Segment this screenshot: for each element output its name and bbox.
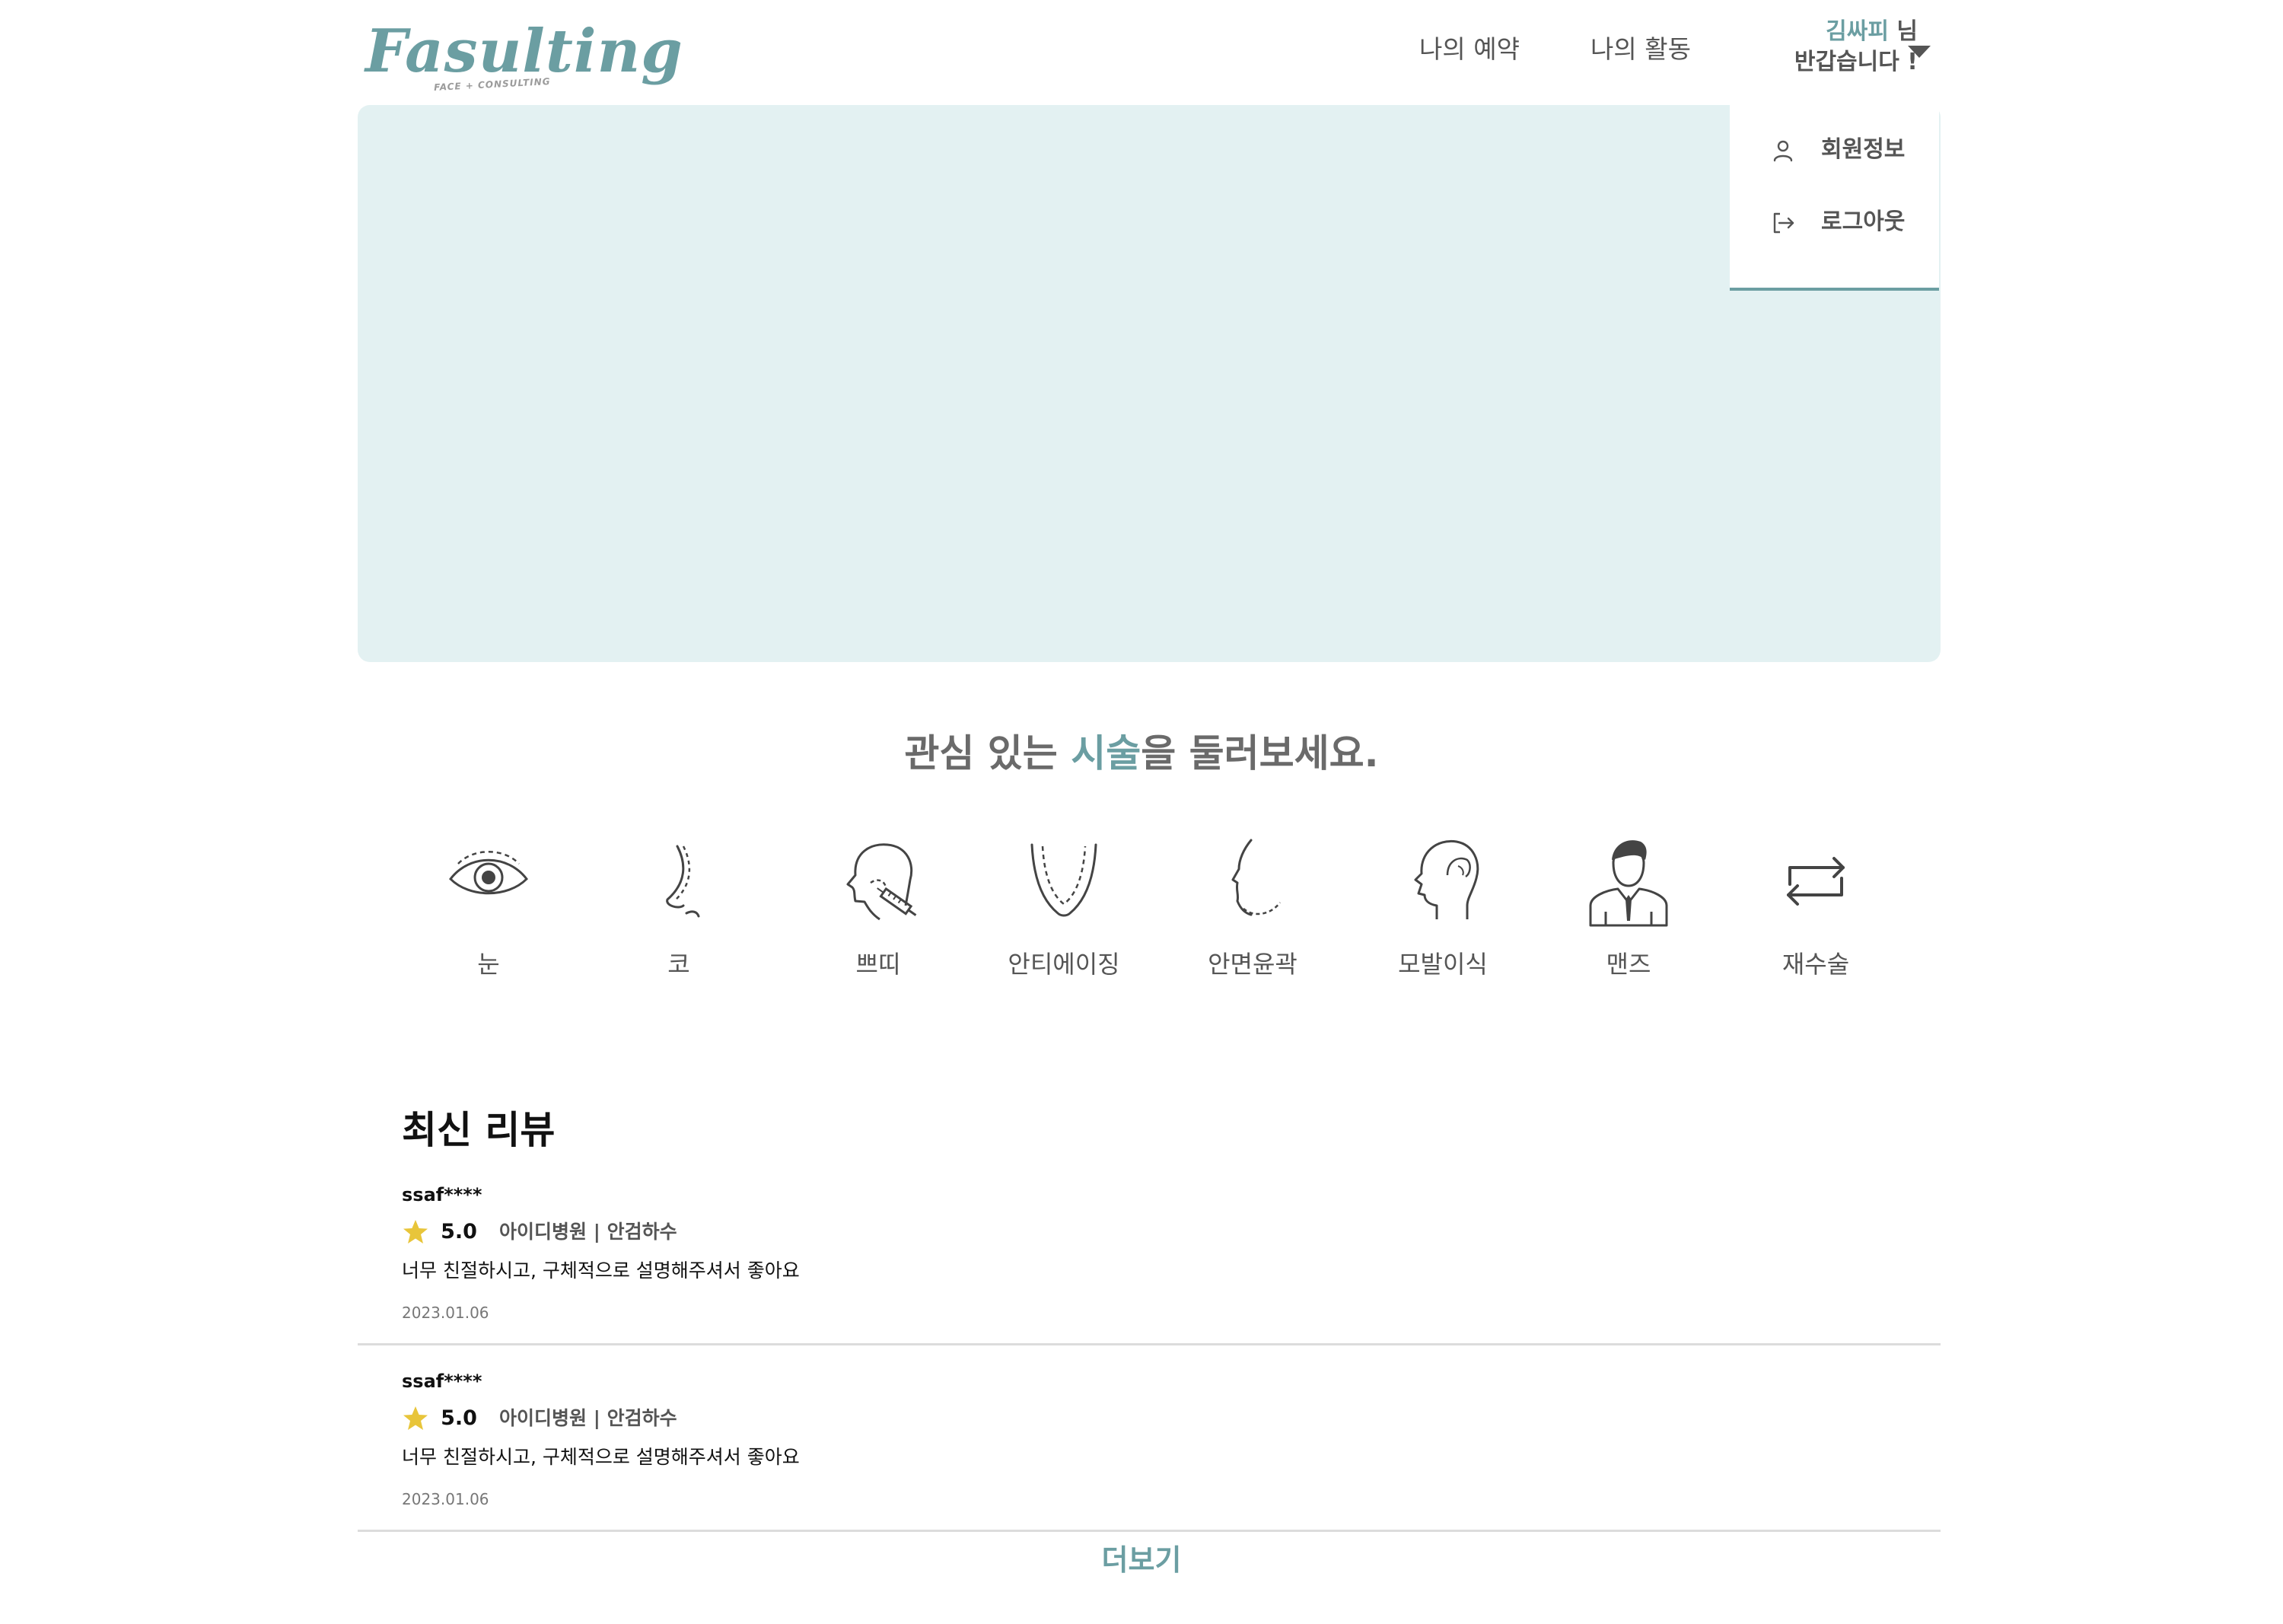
honorific: 님 bbox=[1888, 18, 1918, 45]
nose-icon bbox=[666, 845, 700, 918]
nav-my-reservation[interactable]: 나의 예약 bbox=[1419, 30, 1520, 68]
user-name: 김싸피 bbox=[1826, 18, 1889, 45]
review-content: 너무 친절하시고, 구체적으로 설명해주셔서 좋아요 bbox=[402, 1259, 800, 1282]
user-dropdown-menu: 회원정보 로그아웃 bbox=[1730, 105, 1939, 291]
page: Fasulting FACE + CONSULTING 나의 예약 나의 활동 … bbox=[0, 0, 2283, 1624]
category-face-contour[interactable]: 안면윤곽 bbox=[1177, 830, 1329, 989]
category-revision[interactable]: 재수술 bbox=[1740, 830, 1892, 989]
procedures-heading: 관심 있는 시술을 둘러보세요. bbox=[0, 727, 2283, 780]
hair-transplant-icon bbox=[1414, 839, 1479, 919]
review-date: 2023.01.06 bbox=[402, 1490, 489, 1508]
review-hospital: 아이디병원 | 안검하수 bbox=[499, 1407, 677, 1429]
more-button[interactable]: 더보기 bbox=[1065, 1539, 1218, 1581]
category-label: 눈 bbox=[477, 950, 500, 979]
dropdown-profile-label: 회원정보 bbox=[1821, 136, 1906, 163]
heading-part-1: 관심 있는 bbox=[904, 731, 1071, 775]
review-author: ssaf**** bbox=[402, 1184, 482, 1205]
category-eye[interactable]: 눈 bbox=[412, 830, 565, 989]
review-rating-row: 5.0 아이디병원 | 안검하수 bbox=[402, 1403, 677, 1435]
logout-icon bbox=[1773, 212, 1794, 234]
caret-down-icon[interactable] bbox=[1906, 44, 1932, 59]
category-mens[interactable]: 맨즈 bbox=[1552, 830, 1705, 989]
dropdown-item-profile[interactable]: 회원정보 bbox=[1730, 120, 1939, 181]
category-nose[interactable]: 코 bbox=[603, 830, 755, 989]
user-icon bbox=[1773, 140, 1793, 162]
hero-banner bbox=[358, 105, 1941, 662]
category-label: 쁘띠 bbox=[855, 950, 901, 979]
review-rating: 5.0 bbox=[441, 1220, 477, 1243]
star-icon bbox=[403, 1406, 428, 1430]
category-label: 안티에이징 bbox=[1008, 950, 1120, 979]
heading-part-2: 을 둘러보세요. bbox=[1141, 731, 1379, 775]
redo-arrows-icon bbox=[1787, 857, 1845, 906]
review-author: ssaf**** bbox=[402, 1371, 482, 1392]
logo[interactable]: Fasulting FACE + CONSULTING bbox=[364, 14, 683, 97]
review-item[interactable]: ssaf**** 5.0 아이디병원 | 안검하수 너무 친절하시고, 구체적으… bbox=[358, 1343, 1941, 1532]
category-hair-transplant[interactable]: 모발이식 bbox=[1367, 830, 1519, 989]
mens-icon bbox=[1589, 840, 1668, 927]
review-date: 2023.01.06 bbox=[402, 1304, 489, 1322]
star-icon bbox=[403, 1220, 428, 1243]
category-label: 안면윤곽 bbox=[1208, 950, 1298, 979]
dropdown-item-logout[interactable]: 로그아웃 bbox=[1730, 193, 1939, 253]
review-rating: 5.0 bbox=[441, 1406, 477, 1430]
category-label: 코 bbox=[667, 950, 690, 979]
nav-my-activity[interactable]: 나의 활동 bbox=[1590, 30, 1691, 68]
review-hospital: 아이디병원 | 안검하수 bbox=[499, 1221, 677, 1243]
heading-accent: 시술 bbox=[1071, 731, 1142, 775]
anti-aging-face-icon bbox=[1030, 843, 1097, 917]
greeting-line-1: 김싸피 님 bbox=[1750, 17, 1918, 47]
review-content: 너무 친절하시고, 구체적으로 설명해주셔서 좋아요 bbox=[402, 1446, 800, 1468]
dropdown-logout-label: 로그아웃 bbox=[1821, 209, 1906, 235]
review-item[interactable]: ssaf**** 5.0 아이디병원 | 안검하수 너무 친절하시고, 구체적으… bbox=[358, 1157, 1941, 1345]
category-label: 재수술 bbox=[1782, 950, 1850, 979]
review-rating-row: 5.0 아이디병원 | 안검하수 bbox=[402, 1216, 677, 1248]
category-label: 맨즈 bbox=[1606, 950, 1651, 979]
category-label: 모발이식 bbox=[1398, 950, 1488, 979]
category-anti-aging[interactable]: 안티에이징 bbox=[988, 830, 1140, 989]
greeting-welcome: 반갑습니다 ! bbox=[1794, 49, 1918, 75]
petit-injection-icon bbox=[846, 843, 917, 921]
category-petit[interactable]: 쁘띠 bbox=[802, 830, 954, 989]
face-contour-icon bbox=[1231, 839, 1281, 916]
user-greeting[interactable]: 김싸피 님 반갑습니다 ! bbox=[1750, 17, 1918, 78]
reviews-title: 최신 리뷰 bbox=[402, 1108, 556, 1152]
eye-icon bbox=[449, 851, 528, 895]
